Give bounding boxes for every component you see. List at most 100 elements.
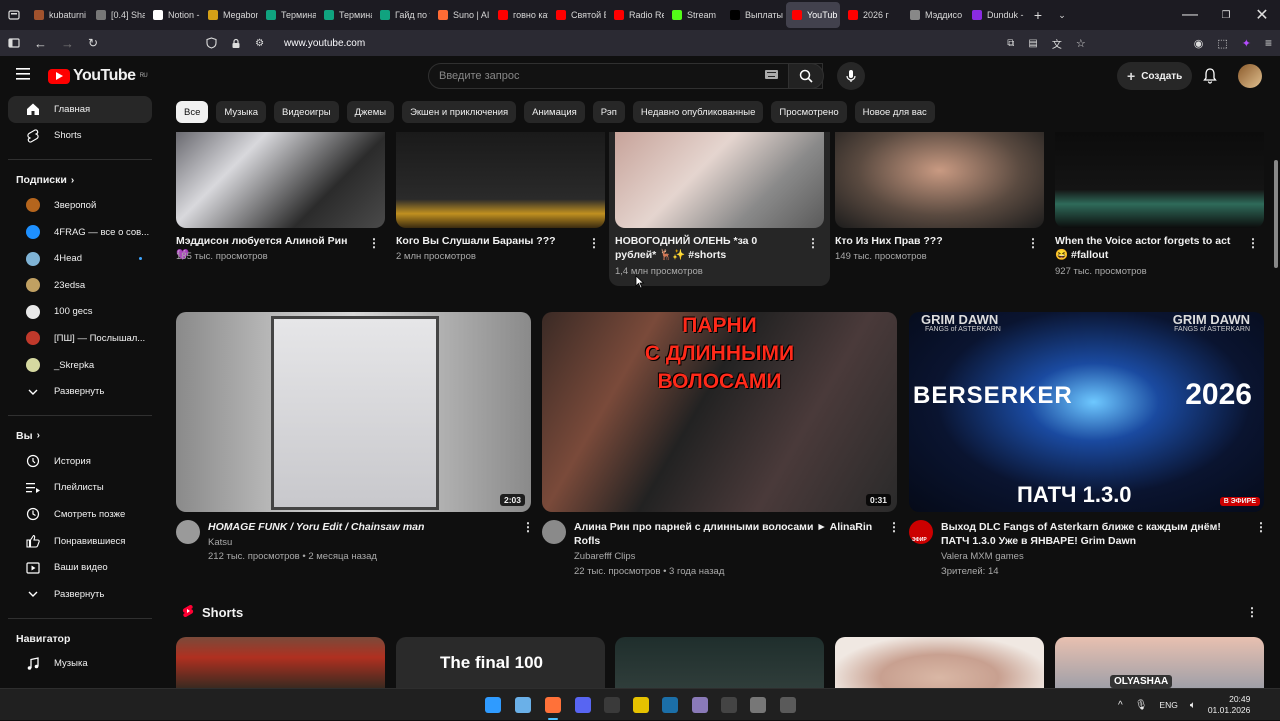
account-icon[interactable]: ◉	[1194, 37, 1204, 50]
sidebar-item-subscription[interactable]: Зверопой	[8, 192, 152, 219]
lock-icon[interactable]	[231, 38, 241, 49]
video-thumbnail[interactable]: 2:03	[176, 312, 531, 512]
more-options-icon[interactable]: ⋮	[1247, 236, 1259, 250]
browser-tab[interactable]: Гайд по т	[374, 2, 430, 28]
browser-tab[interactable]: [0.4] Shar	[90, 2, 145, 28]
channel-name[interactable]: Katsu	[208, 535, 232, 550]
steam-icon[interactable]	[662, 697, 678, 713]
sidebar-item-subscription[interactable]: 4Head	[8, 245, 152, 272]
sidebar-item-subscription[interactable]: 23edsa	[8, 272, 152, 299]
shorts-section-more-icon[interactable]: ⋮	[1246, 605, 1258, 619]
short-title[interactable]: Кого Вы Слушали Бараны ???	[396, 234, 576, 248]
more-options-icon[interactable]: ⋮	[1027, 236, 1039, 250]
browser-tab[interactable]: Dunduk -	[966, 2, 1026, 28]
shorts-section-thumb-3[interactable]	[615, 637, 824, 688]
bookmark-star-icon[interactable]: ☆	[1076, 37, 1086, 50]
reload-icon[interactable]: ↻	[88, 36, 98, 50]
browser-tab[interactable]: Suno | AI	[432, 2, 490, 28]
windows-start-icon[interactable]	[485, 697, 501, 713]
browser-tab[interactable]: YouTub✕	[786, 2, 840, 28]
browser-tab[interactable]: Мэддисо	[904, 2, 964, 28]
shorts-section-thumb-2[interactable]: The final 100	[396, 637, 605, 688]
new-tab-icon[interactable]: +	[1026, 7, 1050, 23]
short-title[interactable]: НОВОГОДНИЙ ОЛЕНЬ *за 0 рублей* 🦌✨ #short…	[615, 234, 795, 262]
subscriptions-header[interactable]: Подписки ›	[0, 160, 160, 192]
chip[interactable]: Джемы	[346, 101, 395, 123]
chip[interactable]: Музыка	[216, 101, 266, 123]
browser-tab[interactable]: Megabon	[202, 2, 258, 28]
browser-tab[interactable]: Notion -	[147, 2, 200, 28]
forward-icon[interactable]: →	[61, 36, 74, 51]
browser-tab[interactable]: 2026 г	[842, 2, 902, 28]
short-title[interactable]: Кто Из Них Прав ???	[835, 234, 1015, 248]
browser-tab[interactable]: Термина	[318, 2, 372, 28]
shorts-section-thumb-5[interactable]: OLYASHAA	[1055, 637, 1264, 688]
video-title[interactable]: Алина Рин про парней с длинными волосами…	[574, 520, 874, 548]
tab-overview-icon[interactable]	[0, 9, 28, 21]
expand-subscriptions-button[interactable]: Развернуть	[8, 378, 152, 405]
clock[interactable]: 20:49 01.01.2026	[1208, 694, 1251, 716]
youtube-logo[interactable]: YouTube RU	[48, 67, 148, 85]
app-icon[interactable]	[633, 697, 649, 713]
tray-microphone-icon[interactable]: 🎙︎	[1135, 700, 1148, 711]
app-icon[interactable]	[692, 697, 708, 713]
chip[interactable]: Анимация	[524, 101, 585, 123]
channel-name[interactable]: Zubarefff Clips	[574, 549, 635, 564]
extension-icon[interactable]: ✦	[1242, 37, 1251, 50]
sidebar-item-your-videos[interactable]: Ваши видео	[8, 554, 152, 581]
browser-tab[interactable]: говно кат	[492, 2, 548, 28]
sidebar-item-music[interactable]: Музыка	[8, 651, 152, 678]
shield-icon[interactable]	[206, 37, 217, 49]
speaker-icon[interactable]: 🔈︎	[1190, 700, 1196, 711]
chip[interactable]: Экшен и приключения	[402, 101, 517, 123]
browser-tab[interactable]: Святой Б	[550, 2, 606, 28]
you-header[interactable]: Вы ›	[0, 416, 160, 448]
tab-list-chevron-icon[interactable]: ⌄	[1050, 10, 1074, 21]
extensions-icon[interactable]: ⬚	[1217, 37, 1227, 50]
sidebar-item-like[interactable]: Понравившиеся	[8, 528, 152, 555]
chip[interactable]: Рэп	[592, 101, 625, 123]
chip[interactable]: Все	[176, 101, 209, 123]
reader-view-icon[interactable]: ▤	[1028, 38, 1037, 49]
chip[interactable]: Новое для вас	[854, 101, 935, 123]
sidebar-item-shorts[interactable]: Shorts	[8, 123, 152, 150]
sidebar-item-watch-later[interactable]: Смотреть позже	[8, 501, 152, 528]
more-options-icon[interactable]: ⋮	[588, 236, 600, 250]
browser-tab[interactable]: kubaturni	[28, 2, 88, 28]
keyboard-language[interactable]: ENG	[1159, 700, 1177, 710]
shorts-section-thumb-1[interactable]	[176, 637, 385, 688]
short-thumbnail[interactable]	[835, 132, 1044, 228]
short-thumbnail[interactable]	[396, 132, 605, 228]
more-options-icon[interactable]: ⋮	[1255, 520, 1267, 534]
sidebar-item-subscription[interactable]: 4FRAG — все о сов...	[8, 219, 152, 246]
create-button[interactable]: + Создать	[1117, 62, 1193, 90]
url-bar[interactable]: www.youtube.com	[284, 38, 365, 49]
search-input[interactable]: Введите запрос	[428, 63, 823, 89]
video-title[interactable]: HOMAGE FUNK / Yoru Edit / Chainsaw man	[208, 520, 508, 534]
chip[interactable]: Просмотрено	[771, 101, 847, 123]
channel-avatar[interactable]	[176, 520, 200, 544]
sidebar-item-subscription[interactable]: [ПШ] — Послышал...	[8, 325, 152, 352]
more-options-icon[interactable]: ⋮	[888, 520, 900, 534]
app-icon[interactable]	[780, 697, 796, 713]
obs-icon[interactable]	[721, 697, 737, 713]
page-scrollbar[interactable]	[1274, 160, 1278, 268]
sidebar-item-subscription[interactable]: _Skrepka	[8, 352, 152, 379]
translate-icon[interactable]: 文	[1052, 36, 1062, 51]
sidebar-item-history[interactable]: История	[8, 448, 152, 475]
hamburger-menu-icon[interactable]	[16, 68, 30, 80]
user-avatar[interactable]	[1238, 64, 1262, 88]
maximize-icon[interactable]: ❐	[1208, 10, 1244, 21]
discord-icon[interactable]	[575, 697, 591, 713]
shorts-section-thumb-4[interactable]	[835, 637, 1044, 688]
browser-tab[interactable]: Термина	[260, 2, 316, 28]
more-options-icon[interactable]: ⋮	[807, 236, 819, 250]
short-thumbnail[interactable]	[1055, 132, 1264, 228]
minimize-icon[interactable]: —	[1172, 6, 1208, 24]
browser-tab[interactable]: Выплаты	[724, 2, 784, 28]
back-icon[interactable]: ←	[34, 36, 47, 51]
video-title[interactable]: Выход DLC Fangs of Asterkarn ближе с каж…	[941, 520, 1241, 548]
chip[interactable]: Видеоигры	[273, 101, 339, 123]
permissions-icon[interactable]: ⚙	[255, 38, 264, 49]
browser-tab[interactable]: Stream	[666, 2, 722, 28]
